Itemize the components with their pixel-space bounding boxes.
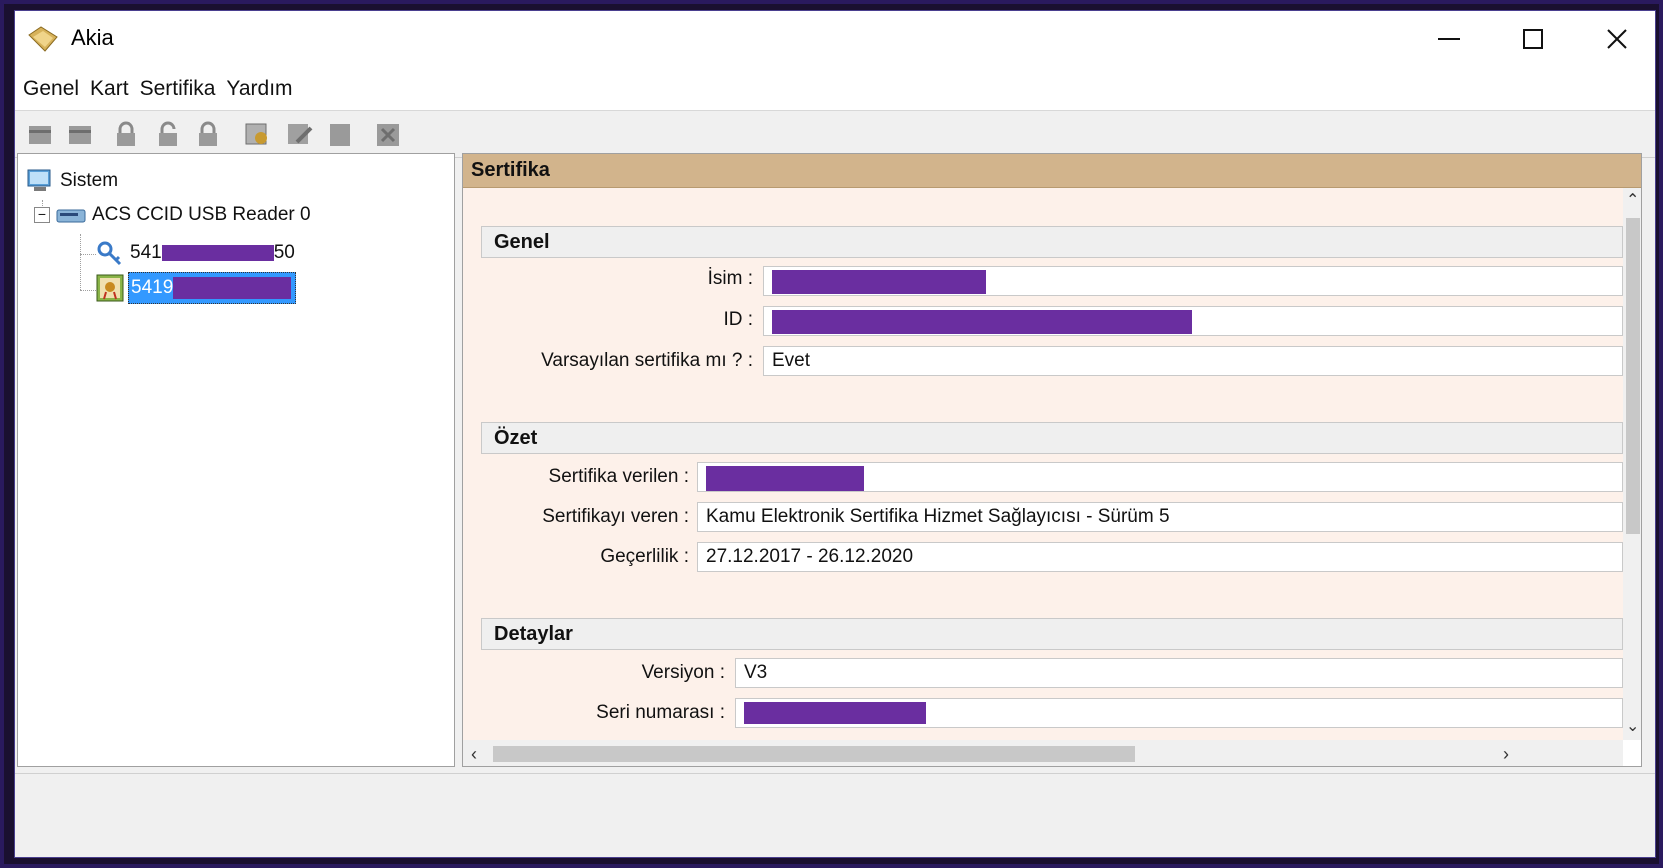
minimize-button[interactable] xyxy=(1409,11,1489,67)
certificate-icon[interactable] xyxy=(243,120,273,150)
serial-field[interactable] xyxy=(735,698,1623,728)
menu-bar: Genel Kart Sertifika Yardım xyxy=(15,67,1655,111)
version-field[interactable]: V3 xyxy=(735,658,1623,688)
maximize-icon xyxy=(1523,29,1543,49)
key-icon xyxy=(97,241,122,266)
redacted-text xyxy=(173,277,292,299)
id-field[interactable] xyxy=(763,306,1623,336)
tree-view[interactable]: Sistem − ACS CCID USB Reader 0 541 50 54… xyxy=(17,153,455,767)
tree-item-label: 541 xyxy=(130,242,162,263)
validity-field[interactable]: 27.12.2017 - 26.12.2020 xyxy=(697,542,1623,572)
menu-sertifika[interactable]: Sertifika xyxy=(138,77,225,101)
window-title: Akia xyxy=(71,25,114,50)
scroll-right-icon[interactable]: › xyxy=(1503,744,1509,765)
vertical-scroll-thumb[interactable] xyxy=(1626,218,1640,534)
tree-item-label: 50 xyxy=(273,242,295,263)
redacted-text xyxy=(706,466,864,491)
tree-item-key[interactable]: 541 50 xyxy=(96,240,295,266)
tree-connector xyxy=(80,290,96,291)
tree-connector xyxy=(80,234,81,290)
serial-label: Seri numarası : xyxy=(596,702,725,723)
lock-icon[interactable] xyxy=(193,120,223,150)
name-label: İsim : xyxy=(707,268,753,289)
certificate-panel: Sertifika Genel İsim : ID : Varsayılan s… xyxy=(462,153,1642,767)
tree-item-label: Sistem xyxy=(60,170,119,191)
delete-icon[interactable] xyxy=(373,120,403,150)
tree-item-sistem[interactable]: Sistem xyxy=(26,168,118,194)
menu-genel[interactable]: Genel xyxy=(21,77,88,101)
redacted-text xyxy=(161,245,274,261)
horizontal-scroll-thumb[interactable] xyxy=(493,746,1135,762)
name-field[interactable] xyxy=(763,266,1623,296)
computer-icon xyxy=(27,169,51,191)
app-logo-icon xyxy=(28,26,58,52)
section-detaylar: Detaylar xyxy=(481,618,1623,650)
title-bar: Akia xyxy=(15,11,1655,67)
certificate-icon xyxy=(96,274,124,302)
maximize-button[interactable] xyxy=(1493,11,1573,67)
card-icon[interactable] xyxy=(65,120,95,150)
selected-item[interactable]: 5419 xyxy=(128,272,296,304)
card-icon[interactable] xyxy=(325,120,355,150)
issuer-field[interactable]: Kamu Elektronik Sertifika Hizmet Sağlayı… xyxy=(697,502,1623,532)
toolbar xyxy=(15,112,1655,158)
redacted-text xyxy=(744,702,926,724)
validity-label: Geçerlilik : xyxy=(600,546,689,567)
tree-connector xyxy=(80,254,96,255)
close-button[interactable] xyxy=(1577,11,1657,67)
card-reader-icon xyxy=(56,209,86,223)
app-window: Akia Genel Kart Sertifika Yardım Sistem … xyxy=(14,10,1656,858)
scroll-up-icon[interactable]: ⌃ xyxy=(1626,190,1639,210)
scroll-left-icon[interactable]: ‹ xyxy=(471,744,477,765)
redacted-text xyxy=(772,310,1192,334)
issued-to-field[interactable] xyxy=(697,462,1623,492)
version-label: Versiyon : xyxy=(641,662,725,683)
redacted-text xyxy=(772,270,986,294)
menu-kart[interactable]: Kart xyxy=(88,77,138,101)
vertical-scrollbar[interactable]: ⌃ ⌄ xyxy=(1623,188,1641,740)
section-genel: Genel xyxy=(481,226,1623,258)
tree-item-label: 5419 xyxy=(131,277,174,298)
default-field[interactable]: Evet xyxy=(763,346,1623,376)
minimize-icon xyxy=(1438,38,1460,40)
section-ozet: Özet xyxy=(481,422,1623,454)
status-bar xyxy=(15,773,1655,811)
horizontal-scrollbar[interactable]: ‹ › xyxy=(463,740,1623,766)
panel-title: Sertifika xyxy=(463,154,1641,188)
tree-item-label: ACS CCID USB Reader 0 xyxy=(92,204,311,225)
card-icon[interactable] xyxy=(25,120,55,150)
issuer-label: Sertifikayı veren : xyxy=(542,506,689,527)
menu-yardim[interactable]: Yardım xyxy=(224,77,301,101)
lock-open-icon[interactable] xyxy=(153,120,183,150)
certificate-details: Genel İsim : ID : Varsayılan sertifika m… xyxy=(463,188,1623,740)
issued-to-label: Sertifika verilen : xyxy=(548,466,689,487)
id-label: ID : xyxy=(723,309,753,330)
tree-item-reader[interactable]: − ACS CCID USB Reader 0 xyxy=(34,204,311,226)
tree-item-certificate[interactable]: 5419 xyxy=(96,272,296,304)
certificate-edit-icon[interactable] xyxy=(285,120,315,150)
collapse-icon[interactable]: − xyxy=(34,207,50,223)
default-label: Varsayılan sertifika mı ? : xyxy=(541,350,753,371)
close-icon xyxy=(1607,29,1627,49)
lock-icon[interactable] xyxy=(111,120,141,150)
scroll-down-icon[interactable]: ⌄ xyxy=(1626,716,1639,736)
